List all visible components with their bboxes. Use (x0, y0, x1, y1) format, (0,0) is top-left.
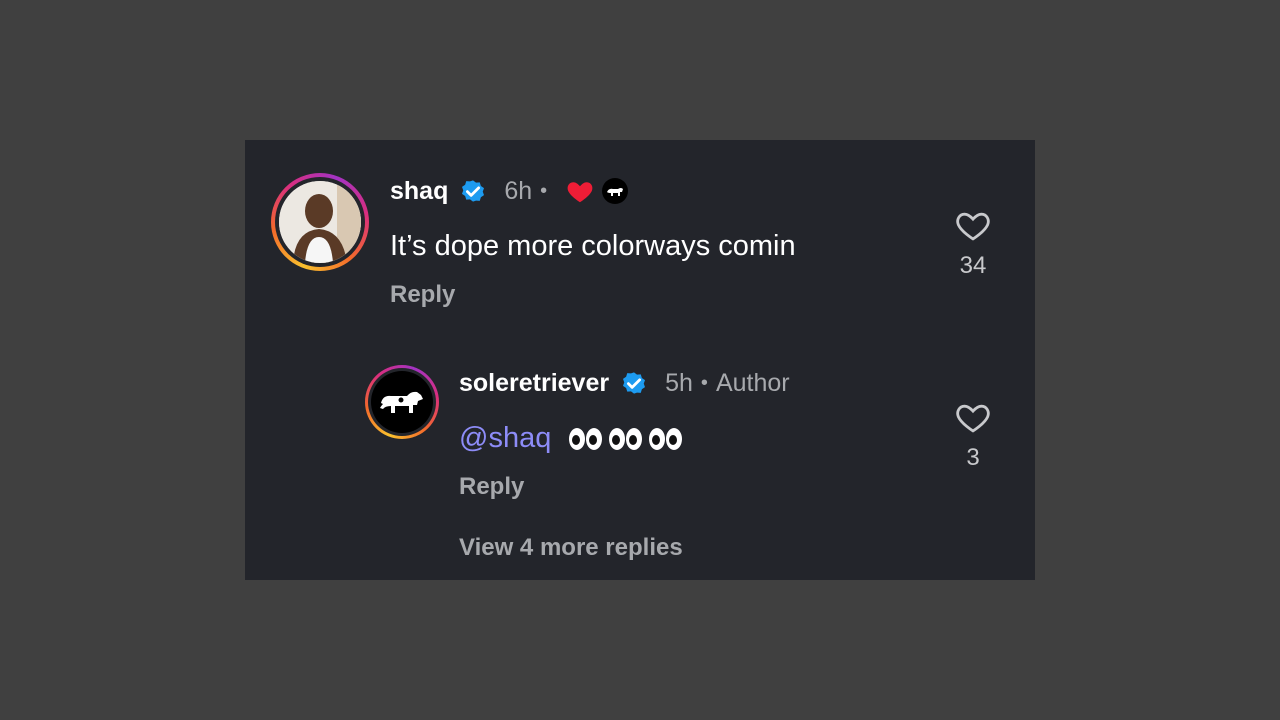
dog-logo-icon (380, 391, 423, 413)
eyes-icon (569, 428, 603, 451)
comment-card: shaq 6h • It’s dope more colorways comin… (245, 140, 1035, 580)
like-column: 3 (943, 400, 1003, 472)
eyes-emoji (569, 428, 689, 451)
avatar-shaq[interactable] (271, 173, 369, 271)
creator-liked-avatar-icon (602, 178, 629, 204)
username[interactable]: shaq (390, 177, 448, 206)
verified-badge-icon (623, 372, 646, 394)
heart-outline-icon[interactable] (954, 400, 992, 434)
author-label: Author (715, 368, 790, 397)
mention-link[interactable]: @shaq (459, 422, 551, 454)
reply-button[interactable]: Reply (459, 473, 524, 501)
reply-header: soleretriever 5h • Author (459, 368, 790, 398)
timestamp: 5h (665, 368, 693, 397)
like-count: 3 (966, 444, 980, 471)
comment-header: shaq 6h • (390, 176, 629, 206)
reply-button[interactable]: Reply (390, 281, 455, 309)
separator-dot: • (700, 371, 708, 394)
separator-dot: • (540, 179, 548, 202)
reply-text: @shaq (459, 422, 689, 455)
eyes-icon (609, 428, 643, 451)
shaq-photo (279, 181, 361, 263)
view-more-replies-link[interactable]: View 4 more replies (459, 534, 683, 562)
heart-red-icon (567, 182, 593, 203)
eyes-icon (649, 428, 683, 451)
reply-soleretriever: soleretriever 5h • Author @shaq Reply 3 (245, 340, 1035, 520)
comment-text: It’s dope more colorways comin (390, 230, 796, 262)
verified-badge-icon (462, 180, 485, 202)
heart-outline-icon[interactable] (954, 208, 992, 242)
username[interactable]: soleretriever (459, 369, 609, 398)
timestamp: 6h (504, 176, 533, 205)
comment-shaq: shaq 6h • It’s dope more colorways comin… (245, 140, 1035, 340)
like-count: 34 (959, 252, 987, 279)
like-column: 34 (943, 208, 1003, 280)
avatar-soleretriever[interactable] (365, 365, 439, 439)
